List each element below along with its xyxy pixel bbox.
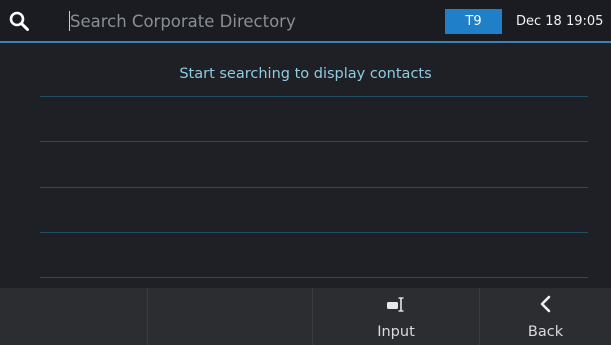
row-divider [40,277,588,278]
back-softkey[interactable]: Back [480,288,611,345]
input-softkey[interactable]: Input [313,288,480,345]
row-divider [40,141,588,142]
softkey-bar: Input Back [0,288,611,345]
back-softkey-label: Back [527,324,564,340]
chevron-left-icon [540,295,550,313]
top-bar: T9 Dec 18 19:05 [0,0,611,43]
search-icon[interactable] [8,10,30,32]
input-mode-icon [387,297,404,312]
input-softkey-label: Input [377,324,415,340]
t9-mode-badge[interactable]: T9 [445,9,502,34]
search-input[interactable] [70,8,430,34]
row-divider [40,187,588,188]
row-divider [40,232,588,233]
date-time: Dec 18 19:05 [516,14,604,29]
contacts-list: Start searching to display contacts [0,43,611,288]
softkey-2[interactable] [148,288,313,345]
row-divider [40,96,588,97]
empty-state-message: Start searching to display contacts [179,66,432,82]
softkey-1[interactable] [0,288,148,345]
